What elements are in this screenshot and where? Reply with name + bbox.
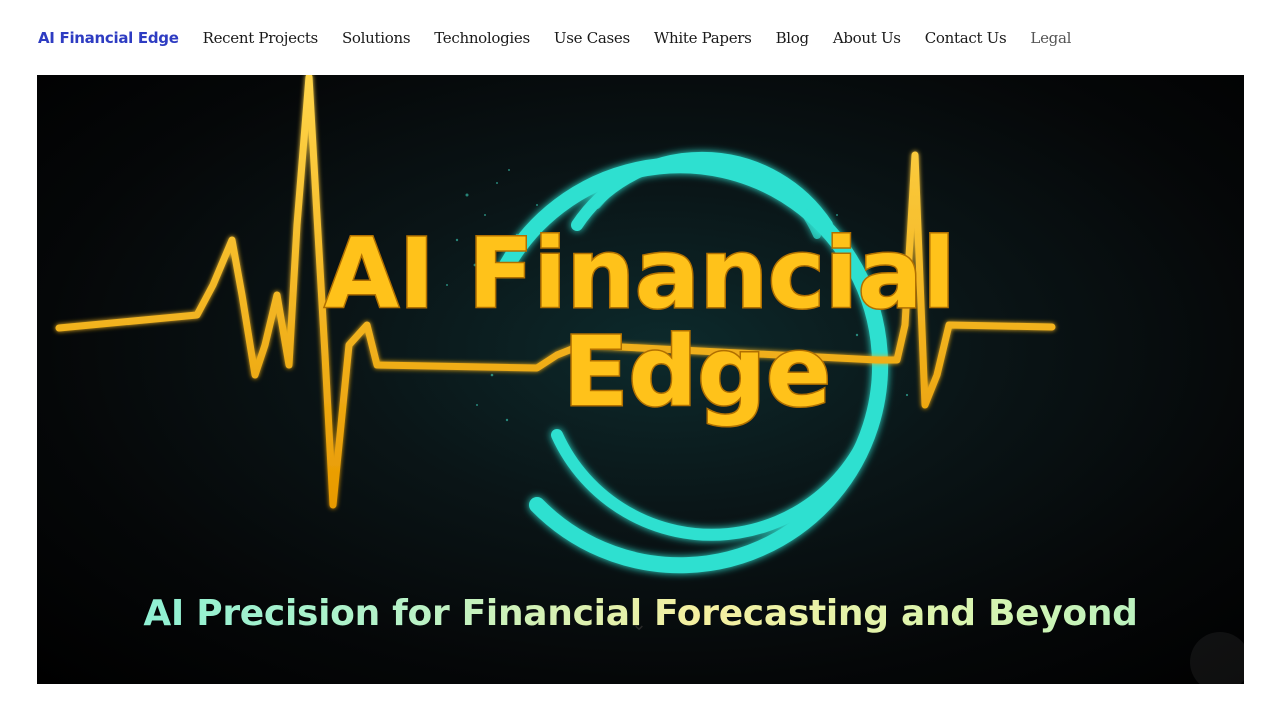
nav-brand-link[interactable]: AI Financial Edge bbox=[38, 29, 179, 47]
floating-action-button[interactable] bbox=[1190, 632, 1250, 692]
logo-title-line2: Edge bbox=[563, 316, 831, 428]
nav-link-legal[interactable]: Legal bbox=[1030, 29, 1071, 47]
nav-link-white-papers[interactable]: White Papers bbox=[654, 29, 752, 47]
nav-link-blog[interactable]: Blog bbox=[776, 29, 810, 47]
nav-link-technologies[interactable]: Technologies bbox=[434, 29, 530, 47]
nav-link-recent-projects[interactable]: Recent Projects bbox=[203, 29, 319, 47]
top-navigation: AI Financial Edge Recent Projects Soluti… bbox=[38, 27, 1095, 49]
logo-title-line1: AI Financial bbox=[325, 218, 956, 330]
nav-link-contact-us[interactable]: Contact Us bbox=[925, 29, 1007, 47]
scroll-down-chevron-icon[interactable]: ⌄ bbox=[627, 613, 651, 637]
nav-link-use-cases[interactable]: Use Cases bbox=[554, 29, 630, 47]
nav-link-about-us[interactable]: About Us bbox=[833, 29, 901, 47]
nav-link-solutions[interactable]: Solutions bbox=[342, 29, 411, 47]
hero-banner: AI Financial Edge AI Precision for Finan… bbox=[37, 75, 1244, 684]
